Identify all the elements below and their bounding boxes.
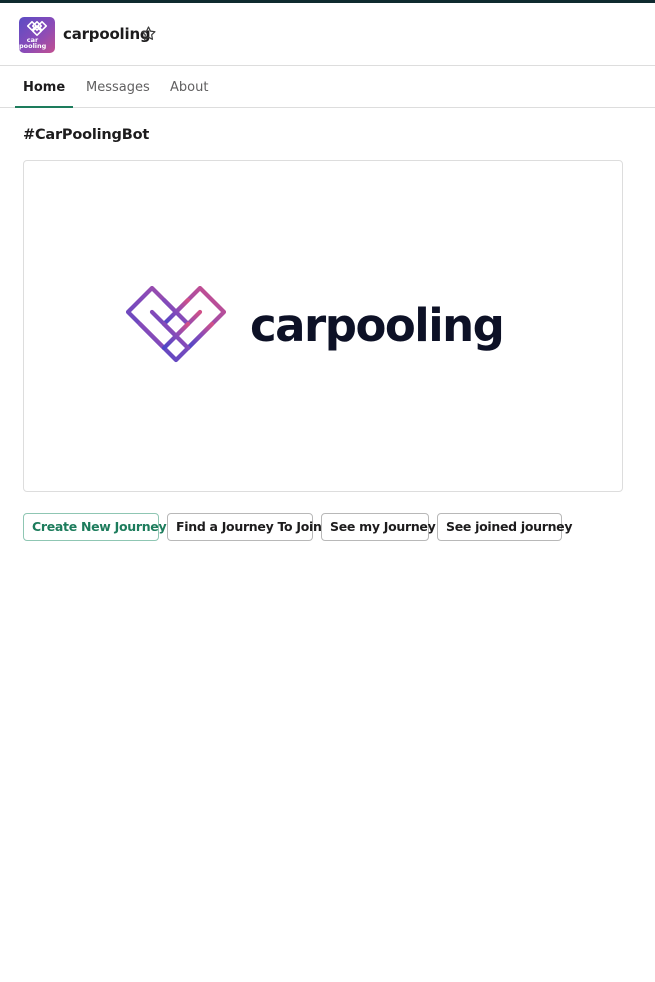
banner-wordmark: carpooling: [250, 299, 505, 352]
find-journey-button[interactable]: Find a Journey To Join: [167, 513, 322, 541]
app-header: car pooling carpooling: [0, 3, 655, 66]
star-icon[interactable]: [140, 25, 157, 42]
see-joined-journey-button[interactable]: See joined journey: [437, 513, 573, 541]
tab-about[interactable]: About: [170, 67, 208, 107]
page-title: #CarPoolingBot: [23, 127, 150, 143]
app-icon-text-pooling: pooling: [19, 42, 47, 50]
see-my-journey-button[interactable]: See my Journey: [321, 513, 436, 541]
create-new-journey-button[interactable]: Create New Journey: [23, 513, 167, 541]
banner-image: carpooling: [23, 160, 623, 492]
tab-bar: Home Messages About: [0, 67, 655, 108]
tab-messages[interactable]: Messages: [86, 67, 150, 107]
app-name: carpooling: [63, 25, 151, 43]
tab-home[interactable]: Home: [15, 67, 74, 108]
carpooling-logo-icon[interactable]: car pooling: [19, 17, 55, 53]
carpooling-heart-logo-icon: [126, 286, 226, 363]
